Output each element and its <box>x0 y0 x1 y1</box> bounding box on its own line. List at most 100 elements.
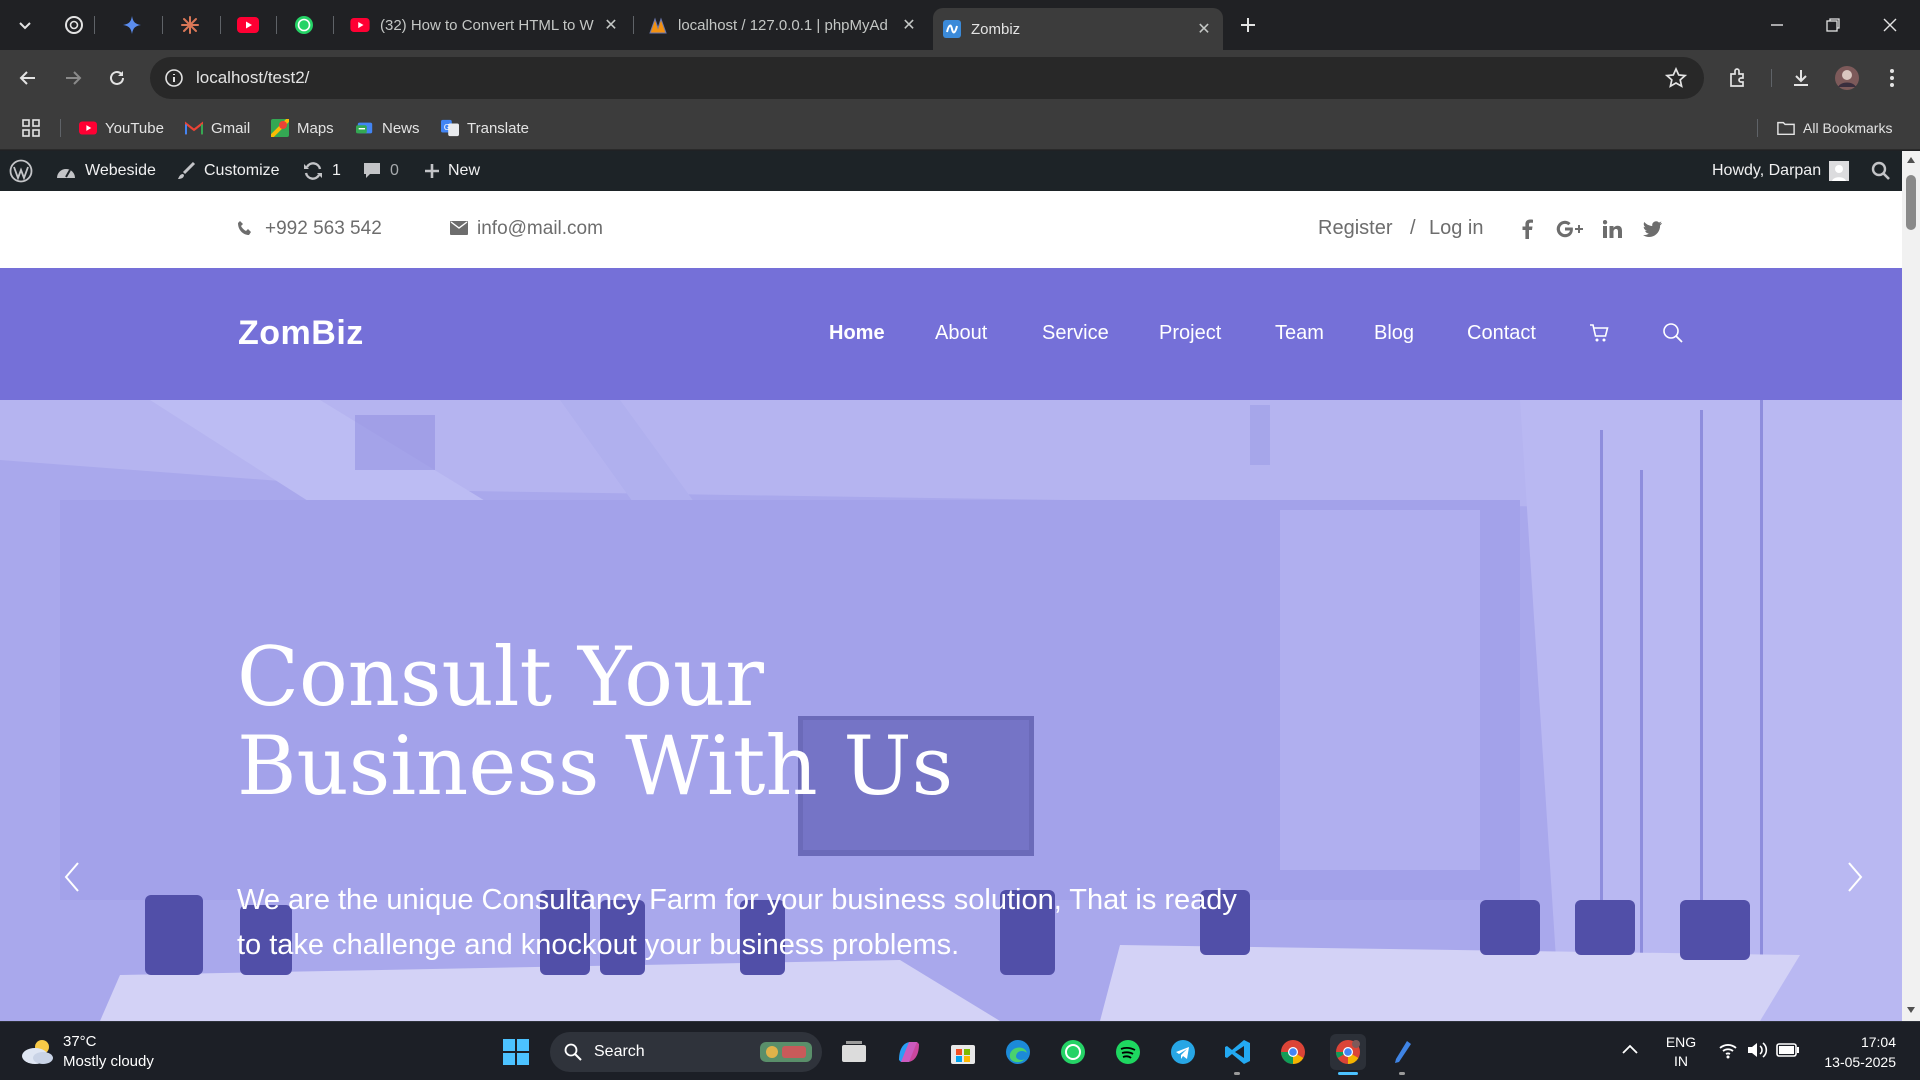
minimize-button[interactable] <box>1757 10 1797 40</box>
chrome-profile-button[interactable] <box>1330 1034 1366 1075</box>
back-button[interactable] <box>12 62 44 94</box>
bookmark-youtube[interactable]: YouTube <box>79 117 164 139</box>
toolbar-separator <box>1771 69 1772 87</box>
reload-button[interactable] <box>101 62 133 94</box>
wordpress-logo-button[interactable] <box>9 151 33 191</box>
pinned-tab-whatsapp[interactable] <box>292 12 316 38</box>
nav-project[interactable]: Project <box>1159 322 1221 345</box>
facebook-icon[interactable] <box>1521 219 1533 239</box>
slider-prev-arrow[interactable] <box>62 861 82 893</box>
url-text[interactable]: localhost/test2/ <box>196 68 309 88</box>
all-bookmarks-button[interactable]: All Bookmarks <box>1777 117 1892 139</box>
start-button[interactable] <box>498 1034 534 1070</box>
customize-link[interactable]: Customize <box>176 151 280 191</box>
language-indicator[interactable]: ENG IN <box>1665 1033 1697 1071</box>
weather-widget[interactable] <box>20 1036 56 1066</box>
profile-avatar[interactable] <box>1831 62 1863 94</box>
new-tab-button[interactable] <box>1236 12 1260 38</box>
tab-youtube-video[interactable]: (32) How to Convert HTML to W ✕ <box>340 8 630 42</box>
tab-phpmyadmin[interactable]: localhost / 127.0.0.1 | phpMyAd ✕ <box>638 8 928 42</box>
site-logo[interactable]: ZomBiz <box>238 314 364 353</box>
tab-search-button[interactable] <box>13 12 37 38</box>
restore-button[interactable] <box>1813 10 1853 40</box>
google-plus-icon[interactable] <box>1556 220 1584 238</box>
battery-icon[interactable] <box>1776 1042 1800 1058</box>
apps-grid-icon <box>22 119 40 137</box>
comments-link[interactable]: 0 <box>362 151 399 191</box>
taskbar-search-box[interactable]: Search <box>550 1032 822 1072</box>
scrollbar-thumb[interactable] <box>1906 175 1916 230</box>
slider-next-arrow[interactable] <box>1845 861 1865 893</box>
forward-arrow-icon <box>66 71 82 85</box>
wifi-icon[interactable] <box>1718 1041 1738 1059</box>
nav-contact[interactable]: Contact <box>1467 322 1536 345</box>
nav-team[interactable]: Team <box>1275 322 1324 345</box>
vscode-icon <box>1225 1040 1250 1064</box>
telegram-button[interactable] <box>1165 1034 1201 1070</box>
pinned-tab-gemini[interactable] <box>120 12 144 38</box>
close-icon[interactable]: ✕ <box>1195 20 1213 38</box>
nav-service[interactable]: Service <box>1042 322 1109 345</box>
whatsapp-button[interactable] <box>1055 1034 1091 1070</box>
login-link[interactable]: Log in <box>1429 217 1484 240</box>
bookmark-translate[interactable]: G Translate <box>441 117 529 139</box>
bookmark-label: Gmail <box>211 119 251 137</box>
edge-button[interactable] <box>1000 1034 1036 1070</box>
chrome-button[interactable] <box>1275 1034 1311 1070</box>
chevron-down-icon <box>19 22 31 30</box>
spotify-button[interactable] <box>1110 1034 1146 1070</box>
cart-icon[interactable] <box>1589 323 1609 343</box>
bookmark-star-icon[interactable] <box>1665 67 1687 89</box>
copilot-icon <box>899 1042 919 1062</box>
show-hidden-icons[interactable] <box>1622 1044 1638 1054</box>
tab-separator <box>633 16 634 34</box>
linkedin-icon[interactable] <box>1603 220 1622 238</box>
user-avatar-icon <box>1829 161 1850 181</box>
whatsapp-icon <box>295 16 313 34</box>
twitter-icon[interactable] <box>1643 221 1662 237</box>
bookmark-maps[interactable]: Maps <box>271 117 334 139</box>
updates-link[interactable]: 1 <box>302 151 341 191</box>
tab-zombiz[interactable]: Zombiz ✕ <box>933 8 1223 50</box>
extensions-button[interactable] <box>1722 62 1754 94</box>
maps-icon <box>271 119 289 137</box>
pinned-tab-youtube[interactable] <box>236 12 260 38</box>
apps-button[interactable] <box>22 117 40 139</box>
copilot-button[interactable] <box>891 1034 927 1070</box>
close-window-button[interactable] <box>1870 10 1910 40</box>
close-icon[interactable]: ✕ <box>602 16 620 34</box>
site-name-menu[interactable]: Webeside <box>55 151 156 191</box>
new-content-menu[interactable]: New <box>424 151 480 191</box>
address-bar[interactable]: localhost/test2/ <box>150 57 1704 99</box>
email-address[interactable]: info@mail.com <box>477 218 603 240</box>
nav-blog[interactable]: Blog <box>1374 322 1414 345</box>
pen-app-button[interactable] <box>1385 1034 1421 1075</box>
task-view-button[interactable] <box>836 1034 872 1070</box>
close-icon[interactable]: ✕ <box>900 16 918 34</box>
microsoft-store-button[interactable] <box>945 1034 981 1070</box>
close-icon <box>1883 18 1897 32</box>
restore-icon <box>1826 18 1840 32</box>
forward-button[interactable] <box>57 62 89 94</box>
admin-search-button[interactable] <box>1871 151 1891 191</box>
windows-taskbar: 37°C Mostly cloudy Search ENG IN 17:04 1… <box>0 1021 1920 1080</box>
volume-icon[interactable] <box>1746 1040 1768 1060</box>
menu-button[interactable] <box>1876 62 1908 94</box>
tab-separator <box>333 16 334 34</box>
page-scrollbar[interactable] <box>1902 151 1920 1021</box>
phone-number[interactable]: +992 563 542 <box>265 218 382 240</box>
account-menu[interactable]: Howdy, Darpan <box>1712 151 1850 191</box>
downloads-button[interactable] <box>1785 62 1817 94</box>
tab-separator <box>162 16 163 34</box>
nav-about[interactable]: About <box>935 322 987 345</box>
site-info-icon[interactable] <box>164 68 184 88</box>
nav-search-icon[interactable] <box>1662 322 1684 344</box>
pinned-tab-chatgpt[interactable] <box>62 12 86 38</box>
pinned-tab-claude[interactable] <box>178 12 202 38</box>
bookmark-news[interactable]: News <box>356 117 420 139</box>
vscode-button[interactable] <box>1220 1034 1256 1075</box>
nav-home[interactable]: Home <box>829 322 885 345</box>
clock[interactable]: 17:04 13-05-2025 <box>1810 1032 1896 1072</box>
bookmark-gmail[interactable]: Gmail <box>185 117 250 139</box>
register-link[interactable]: Register <box>1318 217 1392 240</box>
